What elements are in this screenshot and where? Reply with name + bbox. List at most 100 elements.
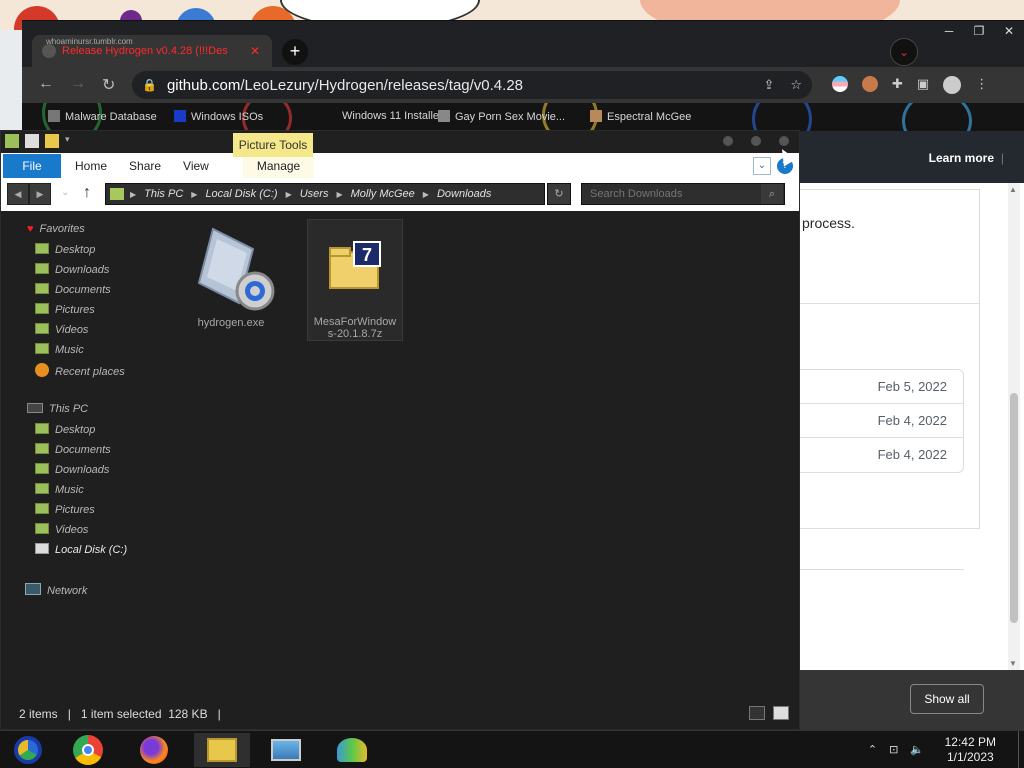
scroll-down-icon[interactable]: ▼	[1009, 659, 1017, 668]
clock[interactable]: 12:42 PM 1/1/2023	[945, 735, 996, 765]
tab-view[interactable]: View	[183, 159, 209, 173]
taskbar-photos[interactable]	[258, 733, 314, 767]
nav-pc-videos[interactable]: Videos	[35, 523, 88, 536]
file-list: hydrogen.exe 7 MesaForWindows-20.1.8.7z	[181, 211, 799, 701]
show-all-button[interactable]: Show all	[910, 684, 984, 714]
flag-extension-icon[interactable]	[832, 76, 848, 92]
nav-favorites[interactable]: ♥ Favorites	[27, 223, 85, 235]
nav-pc-music[interactable]: Music	[35, 483, 84, 496]
tab-share[interactable]: Share	[129, 159, 161, 173]
taskbar-file-explorer[interactable]	[194, 733, 250, 767]
nav-pc-documents[interactable]: Documents	[35, 443, 111, 456]
file-item-mesa[interactable]: 7 MesaForWindows-20.1.8.7z	[307, 219, 403, 341]
sidepanel-icon[interactable]: ▣	[917, 76, 929, 94]
properties-icon[interactable]	[25, 134, 39, 148]
nav-fav-recent-places[interactable]: Recent places	[35, 363, 125, 378]
bookmark-windows-isos[interactable]: Windows ISOs	[174, 110, 263, 123]
reload-icon[interactable]: ↻	[102, 75, 115, 95]
nav-fav-music[interactable]: Music	[35, 343, 84, 356]
folder-icon[interactable]	[5, 134, 19, 148]
network-status-icon[interactable]: ⊡	[889, 743, 898, 756]
search-icon[interactable]: ⌕	[761, 184, 783, 204]
tab-close-icon[interactable]: ✕	[250, 44, 260, 58]
taskbar-chromium[interactable]	[0, 733, 56, 767]
documents-icon	[35, 443, 49, 454]
breadcrumb[interactable]: ▶ This PC ▶ Local Disk (C:) ▶ Users ▶ Mo…	[105, 183, 545, 205]
nav-fav-desktop[interactable]: Desktop	[35, 243, 95, 256]
tab-manage[interactable]: Manage	[242, 154, 315, 178]
nav-fav-documents[interactable]: Documents	[35, 283, 111, 296]
bookmark-windows-11-installer[interactable]: Windows 11 Installer	[342, 110, 443, 122]
learn-more-link[interactable]: Learn more	[929, 151, 994, 165]
back-button[interactable]: ◀	[7, 183, 29, 205]
nav-pc-desktop[interactable]: Desktop	[35, 423, 95, 436]
menu-icon[interactable]: ⋮	[975, 76, 988, 94]
avatar[interactable]	[943, 76, 962, 94]
puzzle-icon[interactable]: ✚	[892, 76, 903, 94]
new-folder-icon[interactable]	[45, 134, 59, 148]
network-icon	[25, 583, 41, 595]
new-tab-button[interactable]: +	[282, 39, 308, 65]
nav-pc-local-disk[interactable]: Local Disk (C:)	[35, 543, 127, 556]
item-count: 2 items	[19, 707, 58, 721]
explorer-maximize-button[interactable]	[751, 136, 761, 146]
page-scrollbar[interactable]: ▲ ▼	[1008, 183, 1020, 670]
volume-icon[interactable]: 🔈	[910, 743, 924, 756]
view-toggles	[749, 706, 789, 720]
back-icon[interactable]: ←	[38, 75, 54, 93]
character-icon	[590, 110, 602, 122]
nav-fav-videos[interactable]: Videos	[35, 323, 88, 336]
bookmark-movie[interactable]: Gay Porn Sex Movie...	[438, 110, 565, 123]
file-item-hydrogen[interactable]: hydrogen.exe	[183, 221, 279, 329]
breadcrumb-users[interactable]: Users	[300, 188, 329, 200]
scroll-thumb[interactable]	[1010, 393, 1018, 623]
breadcrumb-downloads[interactable]: Downloads	[437, 188, 491, 200]
explorer-minimize-button[interactable]	[723, 136, 733, 146]
show-desktop-button[interactable]	[1018, 731, 1024, 768]
clock-date: 1/1/2023	[946, 750, 994, 764]
taskbar-firefox[interactable]	[126, 733, 182, 767]
expand-ribbon-icon[interactable]: ⌄	[753, 157, 771, 175]
browser-tab[interactable]: whoaminursr.tumblr.com Release Hydrogen …	[32, 35, 272, 67]
minimize-button[interactable]: ─	[934, 21, 964, 41]
nav-fav-downloads[interactable]: Downloads	[35, 263, 109, 276]
up-arrow-icon[interactable]: ↑	[83, 184, 91, 202]
tab-file[interactable]: File	[3, 154, 61, 178]
bookmark-espectral-mcgee[interactable]: Espectral McGee	[590, 110, 691, 123]
scroll-up-icon[interactable]: ▲	[1009, 185, 1017, 194]
url-path: /LeoLezury/Hydrogen/releases/tag/v0.4.28	[240, 76, 524, 94]
taskbar-network-users[interactable]	[324, 733, 380, 767]
downloads-icon	[35, 263, 49, 274]
nav-fav-pictures[interactable]: Pictures	[35, 303, 95, 316]
recent-locations-icon[interactable]: ⌄	[61, 187, 69, 198]
address-bar[interactable]: 🔒 github.com/LeoLezury/Hydrogen/releases…	[132, 71, 812, 99]
forward-button[interactable]: ▶	[29, 183, 51, 205]
tab-home[interactable]: Home	[75, 159, 107, 173]
close-button[interactable]: ✕	[994, 21, 1024, 41]
nav-pc-pictures[interactable]: Pictures	[35, 503, 95, 516]
qat-dropdown-icon[interactable]: ▾	[65, 134, 79, 148]
forward-icon[interactable]: →	[70, 75, 86, 93]
bookmarks-bar: Malware Database Windows ISOs Windows 11…	[22, 103, 1024, 131]
network-users-icon	[337, 738, 367, 762]
bookmark-malware-database[interactable]: Malware Database	[48, 110, 157, 123]
bookmark-star-icon[interactable]: ☆	[790, 77, 802, 93]
profile-extension-icon[interactable]	[862, 76, 878, 92]
refresh-icon[interactable]: ↻	[547, 183, 571, 205]
show-hidden-icons[interactable]: ⌃	[868, 743, 877, 756]
breadcrumb-this-pc[interactable]: This PC	[144, 188, 183, 200]
nav-this-pc[interactable]: This PC	[27, 403, 88, 415]
nav-network[interactable]: Network	[25, 583, 87, 597]
share-icon[interactable]: ⇪	[763, 77, 774, 93]
taskbar-chrome[interactable]	[60, 733, 116, 767]
breadcrumb-molly-mcgee[interactable]: Molly McGee	[351, 188, 415, 200]
release-box	[792, 189, 980, 529]
details-view-icon[interactable]	[749, 706, 765, 720]
large-icons-view-icon[interactable]	[773, 706, 789, 720]
nav-pc-downloads[interactable]: Downloads	[35, 463, 109, 476]
tab-search-icon[interactable]: ⌄	[890, 38, 918, 66]
maximize-button[interactable]: ❐	[964, 21, 994, 41]
search-input[interactable]	[581, 183, 785, 205]
breadcrumb-local-disk[interactable]: Local Disk (C:)	[205, 188, 277, 200]
selection-count: 1 item selected	[80, 707, 162, 721]
